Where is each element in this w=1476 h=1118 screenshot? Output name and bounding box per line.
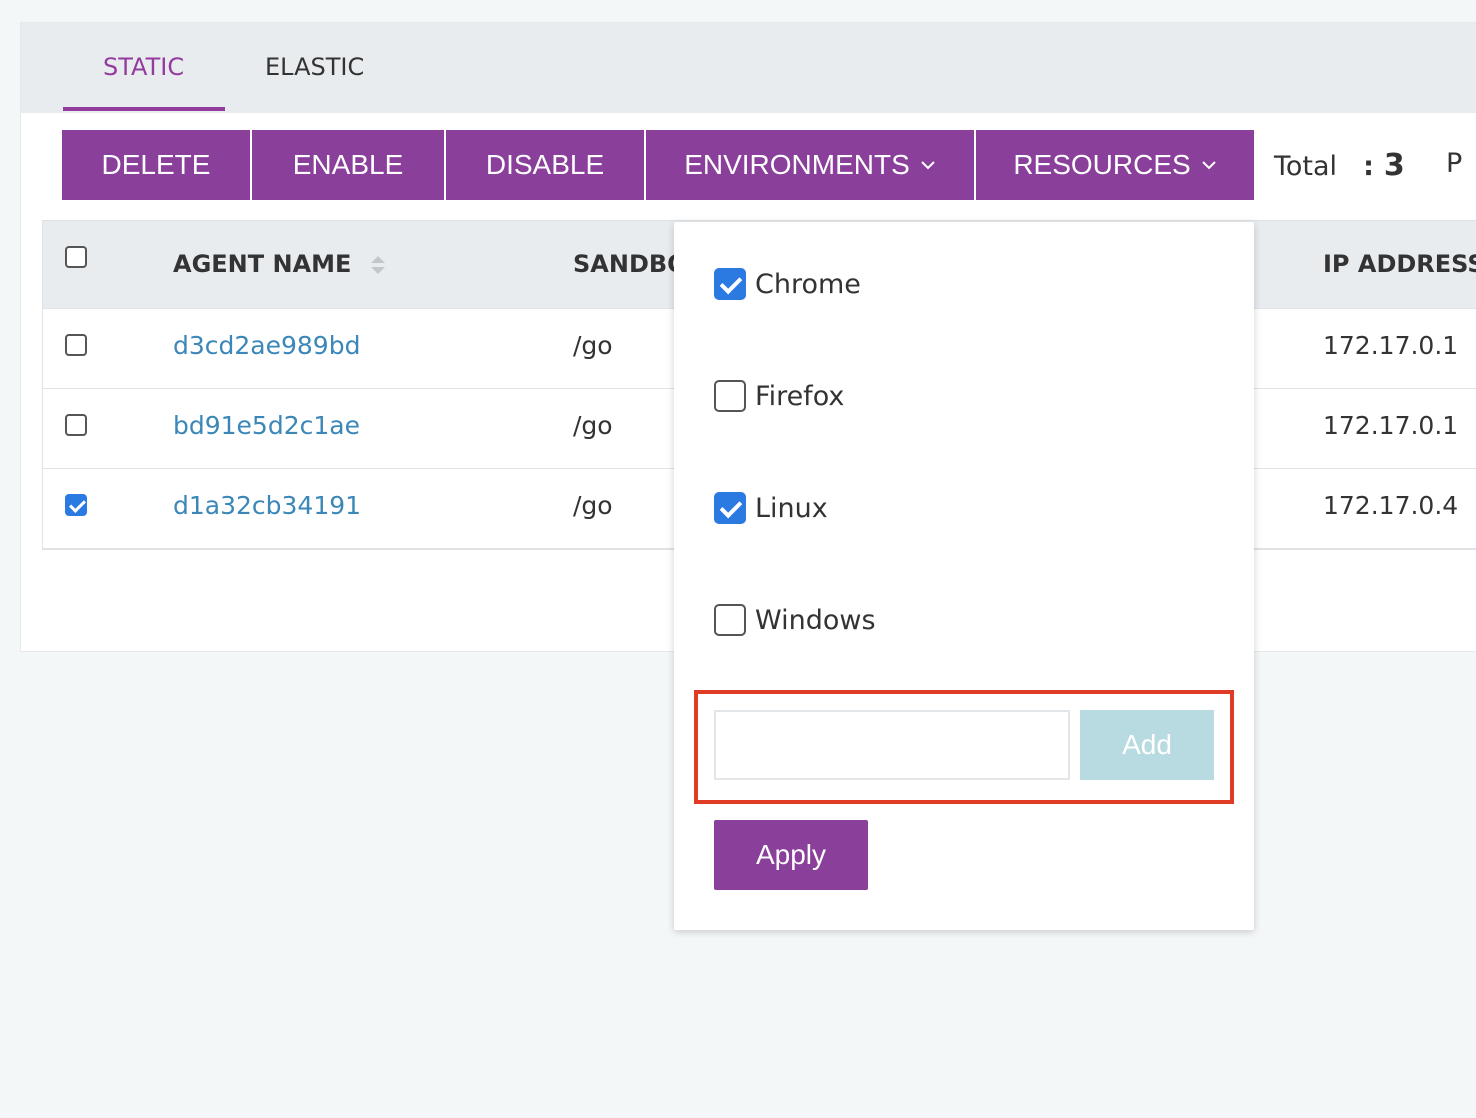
tab-bar: STATIC ELASTIC: [21, 23, 1476, 113]
sandbox-cell: /go: [573, 411, 613, 440]
pagination-label-cut: P: [1446, 148, 1463, 179]
add-environment-button[interactable]: Add: [1080, 710, 1214, 780]
ip-address-cell: 172.17.0.4: [1323, 491, 1459, 520]
total-count-display: Total:3 P: [1274, 148, 1462, 183]
resources-dropdown-button[interactable]: RESOURCES: [976, 130, 1254, 200]
tab-elastic[interactable]: ELASTIC: [265, 23, 364, 111]
ip-address-cell: 172.17.0.1: [1323, 411, 1459, 440]
delete-button[interactable]: DELETE: [62, 130, 250, 200]
env-option-label: Chrome: [755, 268, 861, 300]
resources-label: RESOURCES: [1013, 149, 1191, 180]
sandbox-cell: /go: [573, 331, 613, 360]
apply-button[interactable]: Apply: [714, 820, 868, 890]
total-colon: :: [1363, 151, 1374, 182]
disable-button[interactable]: DISABLE: [446, 130, 644, 200]
agent-name-header-label: AGENT NAME: [173, 250, 352, 278]
environments-label: ENVIRONMENTS: [684, 149, 910, 180]
agent-name-link[interactable]: d1a32cb34191: [173, 491, 361, 520]
agent-name-link[interactable]: d3cd2ae989bd: [173, 331, 360, 360]
env-option-linux[interactable]: Linux: [714, 492, 828, 524]
env-option-windows[interactable]: Windows: [714, 604, 876, 636]
env-option-chrome[interactable]: Chrome: [714, 268, 861, 300]
env-option-firefox[interactable]: Firefox: [714, 380, 844, 412]
agent-name-link[interactable]: bd91e5d2c1ae: [173, 411, 360, 440]
tab-static[interactable]: STATIC: [103, 23, 184, 111]
active-tab-indicator: [63, 107, 225, 111]
select-all-checkbox[interactable]: [65, 246, 87, 268]
sandbox-cell: /go: [573, 491, 613, 520]
environments-dropdown-menu: Chrome Firefox Linux Windows Add Apply: [674, 222, 1254, 930]
env-option-label: Windows: [755, 604, 876, 636]
env-checkbox[interactable]: [714, 380, 746, 412]
total-count: 3: [1383, 148, 1405, 183]
column-header-ip-address[interactable]: IP ADDRESS: [1323, 250, 1476, 278]
new-environment-input[interactable]: [714, 710, 1070, 780]
env-checkbox[interactable]: [714, 492, 746, 524]
chevron-down-icon: [1201, 161, 1216, 170]
env-checkbox[interactable]: [714, 268, 746, 300]
row-checkbox[interactable]: [65, 334, 87, 356]
environments-dropdown-button[interactable]: ENVIRONMENTS: [646, 130, 974, 200]
row-checkbox[interactable]: [65, 494, 87, 516]
sort-icon[interactable]: [370, 254, 386, 276]
env-option-label: Firefox: [755, 380, 845, 412]
env-option-label: Linux: [755, 492, 828, 524]
ip-address-cell: 172.17.0.1: [1323, 331, 1459, 360]
chevron-down-icon: [921, 161, 935, 170]
total-label: Total: [1274, 151, 1338, 182]
enable-button[interactable]: ENABLE: [252, 130, 444, 200]
row-checkbox[interactable]: [65, 414, 87, 436]
column-header-agent-name[interactable]: AGENT NAME: [173, 250, 386, 278]
env-checkbox[interactable]: [714, 604, 746, 636]
